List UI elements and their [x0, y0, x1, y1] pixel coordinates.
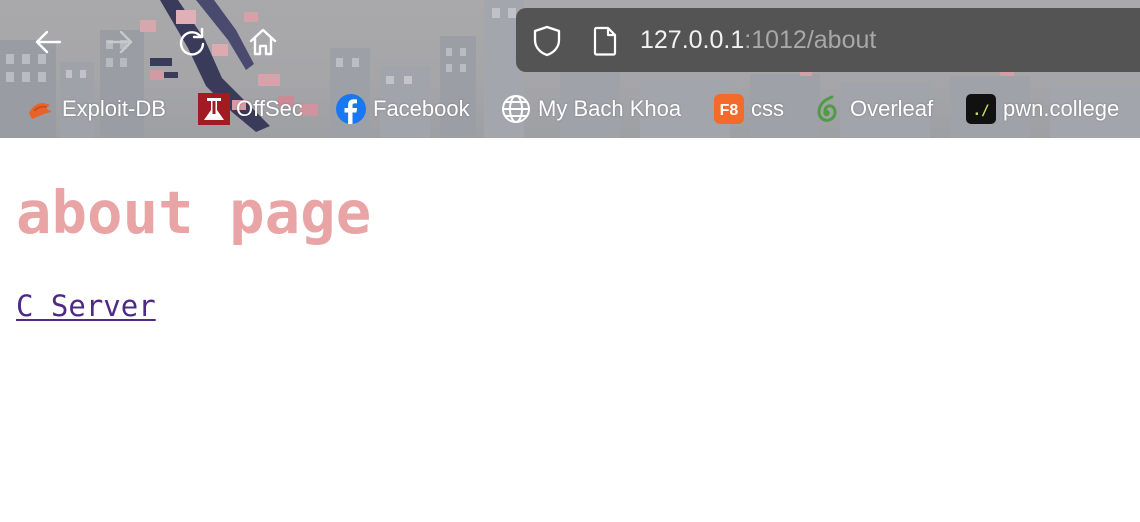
browser-toolbar: 127.0.0.1:1012/about Exploit-DB OffSec F…: [0, 0, 1140, 138]
bookmarks-toolbar: Exploit-DB OffSec Facebook My Bach Khoa …: [0, 88, 1140, 130]
svg-text:F8: F8: [720, 102, 739, 119]
home-icon: [249, 28, 277, 56]
arrow-right-icon: [106, 30, 133, 54]
bookmark-exploit-db[interactable]: Exploit-DB: [24, 88, 166, 130]
url-host: 127.0.0.1: [640, 26, 745, 54]
url-text[interactable]: 127.0.0.1:1012/about: [640, 8, 876, 72]
bookmark-label: OffSec: [236, 96, 303, 121]
reload-icon: [179, 27, 205, 56]
forward-button[interactable]: [100, 22, 140, 62]
bookmark-facebook[interactable]: Facebook: [335, 88, 470, 130]
bookmark-label: pwn.college: [1003, 96, 1120, 121]
exploit-db-icon: [24, 93, 56, 125]
c-server-link[interactable]: C Server: [16, 288, 156, 324]
bookmark-label: Facebook: [373, 96, 470, 121]
page-title: about page: [16, 178, 372, 247]
bookmark-css[interactable]: F8 css: [713, 88, 784, 130]
bookmark-label: css: [751, 96, 784, 121]
url-bar[interactable]: 127.0.0.1:1012/about: [516, 8, 1140, 72]
facebook-icon: [335, 93, 367, 125]
reload-button[interactable]: [172, 22, 212, 62]
page-icon[interactable]: [592, 26, 618, 56]
bookmark-my-bach-khoa[interactable]: My Bach Khoa: [500, 88, 681, 130]
svg-text:./: ./: [973, 103, 990, 119]
arrow-left-icon: [35, 30, 62, 54]
bookmark-offsec[interactable]: OffSec: [198, 88, 303, 130]
bookmark-label: My Bach Khoa: [538, 96, 682, 121]
page-content: about page C Server: [0, 138, 1140, 522]
offsec-icon: [198, 93, 230, 125]
globe-icon: [500, 93, 532, 125]
bookmark-label: Exploit-DB: [62, 96, 166, 121]
f8-icon: F8: [713, 93, 745, 125]
bookmark-overleaf[interactable]: Overleaf: [812, 88, 933, 130]
home-button[interactable]: [243, 22, 283, 62]
pwn-college-icon: ./: [965, 93, 997, 125]
shield-icon[interactable]: [532, 25, 562, 57]
back-button[interactable]: [28, 22, 68, 62]
overleaf-icon: [812, 93, 844, 125]
bookmark-pwn-college[interactable]: ./ pwn.college: [965, 88, 1119, 130]
url-path: :1012/about: [744, 26, 877, 54]
bookmark-label: Overleaf: [850, 96, 934, 121]
